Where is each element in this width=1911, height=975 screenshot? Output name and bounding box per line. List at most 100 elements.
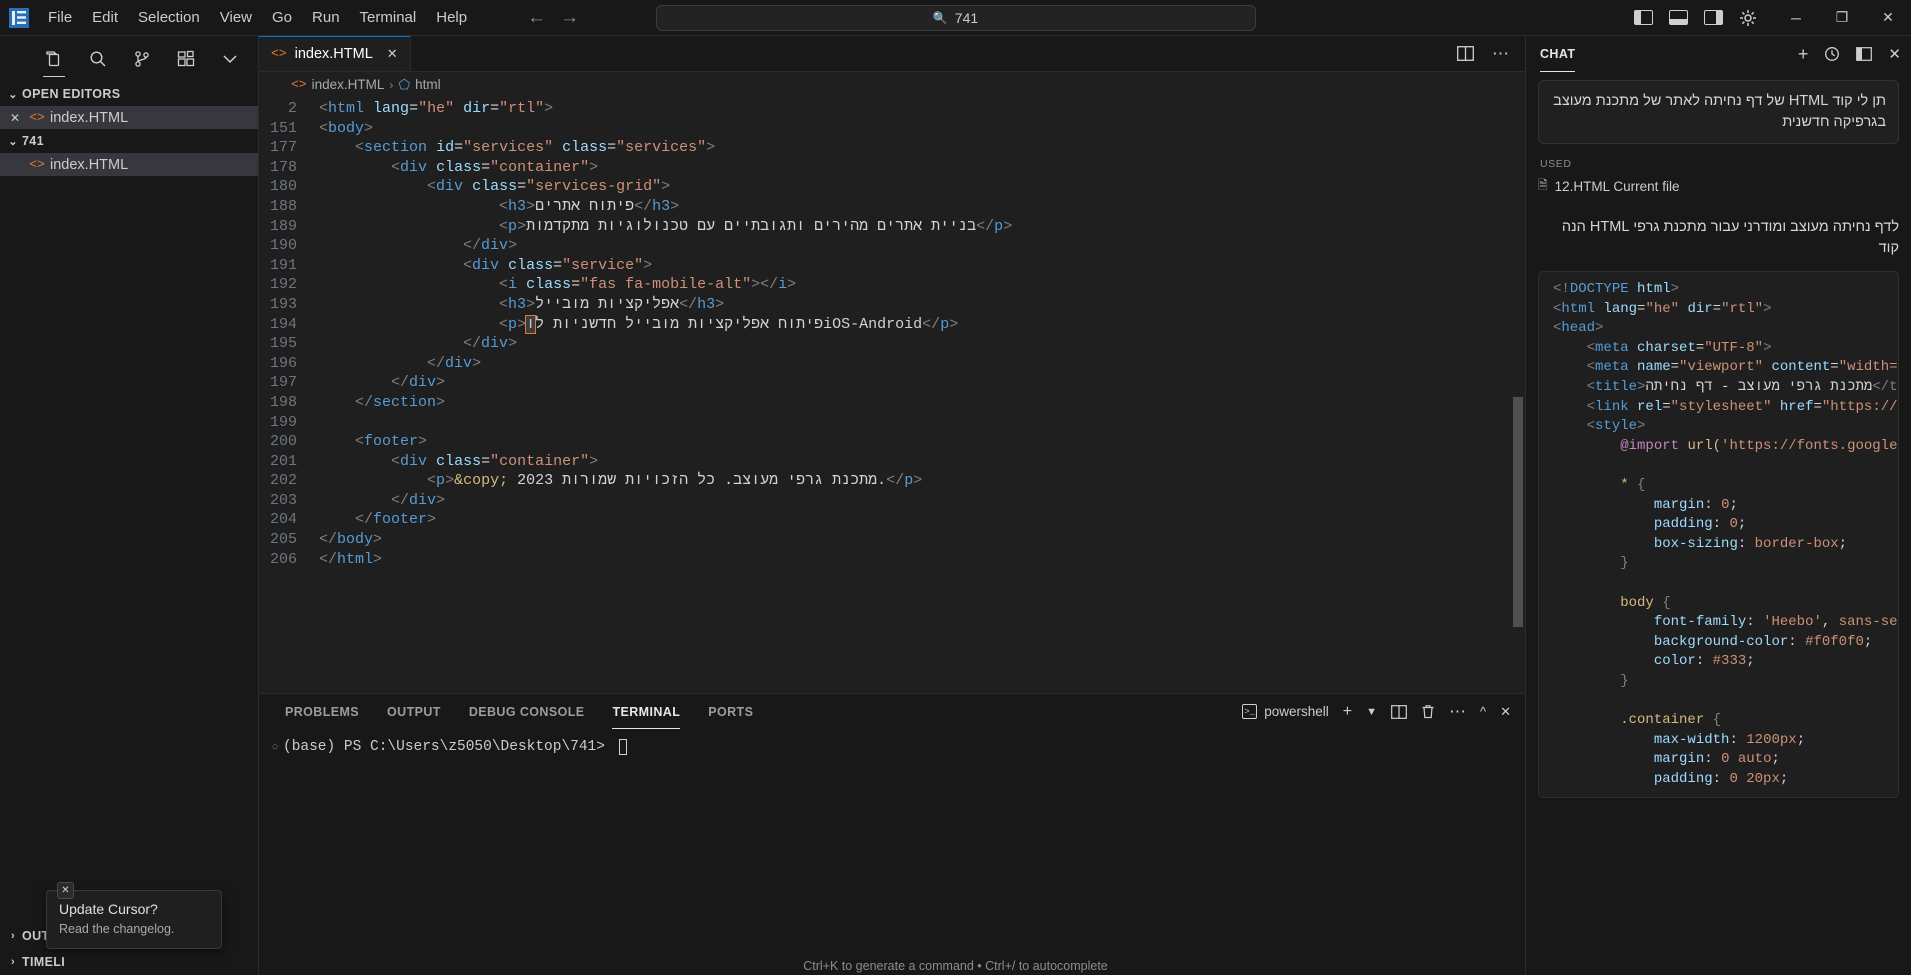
- code-line[interactable]: 203 </div>: [259, 491, 1525, 511]
- chat-code-line: padding: 0;: [1653, 516, 1747, 533]
- code-editor[interactable]: 2 <html lang="he" dir="rtl"> 151 <body> 177 …: [259, 97, 1525, 693]
- more-actions-icon[interactable]: ⋯: [1492, 45, 1509, 62]
- code-line[interactable]: 195 </div>: [259, 334, 1525, 354]
- update-notification[interactable]: ✕ Update Cursor? Read the changelog.: [46, 882, 222, 949]
- code-lines[interactable]: 2 <html lang="he" dir="rtl"> 151 <body> 177 …: [259, 97, 1525, 693]
- tab-output[interactable]: OUTPUT: [373, 694, 455, 729]
- code-line[interactable]: 194 <p> פיתוח אפליקציות מובייל חדשניות לו…: [259, 314, 1525, 335]
- code-line[interactable]: 180 <div class="services-grid">: [259, 177, 1525, 197]
- code-line[interactable]: 151 <body>: [259, 119, 1525, 139]
- kill-terminal-icon[interactable]: [1421, 704, 1435, 719]
- code-line[interactable]: 199: [259, 413, 1525, 433]
- code-line[interactable]: 188 <h3>פיתוח אתרים</h3>: [259, 197, 1525, 217]
- chat-assistant-intro: לדף נחיתה מעוצב ומודרני עבור מתכנת גרפי …: [1561, 219, 1899, 256]
- file-tree-item[interactable]: <> index.HTML: [0, 153, 258, 176]
- menu-file[interactable]: File: [38, 4, 82, 32]
- menu-selection[interactable]: Selection: [128, 4, 210, 32]
- menu-edit[interactable]: Edit: [82, 4, 128, 32]
- menu-go[interactable]: Go: [262, 4, 302, 32]
- close-panel-icon[interactable]: ✕: [1500, 704, 1511, 720]
- code-line[interactable]: 204 </footer>: [259, 510, 1525, 530]
- maximize-button[interactable]: ❐: [1819, 0, 1865, 36]
- close-icon[interactable]: ✕: [387, 46, 398, 62]
- chat-code-line: [1553, 574, 1898, 594]
- terminal-output[interactable]: ○ (base) PS C:\Users\z5050\Desktop\741>: [259, 729, 1525, 975]
- settings-gear-icon[interactable]: [1739, 9, 1757, 27]
- menu-terminal[interactable]: Terminal: [350, 4, 427, 32]
- editor-scrollbar[interactable]: [1513, 397, 1523, 627]
- menu-run[interactable]: Run: [302, 4, 350, 32]
- chat-code-line: [1553, 691, 1898, 711]
- terminal-dropdown-icon[interactable]: ▼: [1366, 706, 1377, 718]
- extensions-icon[interactable]: [164, 39, 208, 79]
- code-text: </div>: [427, 354, 482, 372]
- code-line[interactable]: 200 <footer>: [259, 432, 1525, 452]
- code-line[interactable]: 193 <h3>אפליקציות מובייל</h3>: [259, 295, 1525, 315]
- split-editor-icon[interactable]: [1457, 46, 1474, 61]
- code-line[interactable]: 178 <div class="container">: [259, 158, 1525, 178]
- code-line[interactable]: 177 <section id="services" class="servic…: [259, 138, 1525, 158]
- split-terminal-icon[interactable]: [1391, 704, 1407, 719]
- minimize-button[interactable]: ─: [1773, 0, 1819, 36]
- toggle-primary-sidebar-icon[interactable]: [1634, 10, 1653, 25]
- tab-debug-console[interactable]: DEBUG CONSOLE: [455, 694, 599, 729]
- source-control-icon[interactable]: [120, 39, 164, 79]
- more-actions-icon[interactable]: ⋯: [1449, 703, 1466, 720]
- maximize-panel-icon[interactable]: ^: [1480, 704, 1486, 719]
- command-center[interactable]: 🔍 741: [655, 4, 1256, 31]
- tab-index-html[interactable]: <> index.HTML ✕: [259, 36, 411, 71]
- open-chat-editor-icon[interactable]: [1856, 47, 1873, 61]
- tab-ports[interactable]: PORTS: [694, 694, 767, 729]
- menu-bar: File Edit Selection View Go Run Terminal…: [38, 4, 477, 32]
- chat-code-line: <link rel="stylesheet" href="https://cdn…: [1586, 398, 1898, 415]
- code-line[interactable]: 192 <i class="fas fa-mobile-alt"></i>: [259, 275, 1525, 295]
- search-icon[interactable]: [76, 39, 120, 79]
- open-editors-header[interactable]: ⌄ OPEN EDITORS: [0, 82, 258, 106]
- breadcrumb-symbol[interactable]: html: [415, 77, 441, 92]
- code-text: </div>: [463, 335, 518, 353]
- code-line[interactable]: 198 </section>: [259, 393, 1525, 413]
- code-line[interactable]: 201 <div class="container">: [259, 452, 1525, 472]
- editor-tabs: <> index.HTML ✕ ⋯: [259, 36, 1525, 72]
- code-line[interactable]: 191 <div class="service">: [259, 256, 1525, 276]
- explorer-icon[interactable]: [32, 39, 76, 79]
- code-line[interactable]: 205 </body>: [259, 530, 1525, 550]
- open-editors-label: OPEN EDITORS: [22, 87, 121, 101]
- code-line[interactable]: 189 <p>בניית אתרים מהירים ותגובתיים עם ט…: [259, 217, 1525, 237]
- toggle-panel-icon[interactable]: [1669, 10, 1688, 25]
- arrow-right-icon[interactable]: →: [560, 8, 579, 27]
- new-chat-icon[interactable]: +: [1798, 44, 1809, 65]
- line-number: 190: [269, 237, 297, 255]
- folder-header[interactable]: ⌄ 741: [0, 129, 258, 153]
- menu-view[interactable]: View: [210, 4, 262, 32]
- code-line[interactable]: 202 <p>&copy; 2023 מתכנת גרפי מעוצב. כל …: [259, 471, 1525, 491]
- toggle-secondary-sidebar-icon[interactable]: [1704, 10, 1723, 25]
- close-button[interactable]: ✕: [1865, 0, 1911, 36]
- breadcrumb-file[interactable]: index.HTML: [312, 77, 385, 92]
- code-line[interactable]: 190 </div>: [259, 236, 1525, 256]
- terminal-prompt: (base) PS C:\Users\z5050\Desktop\741>: [283, 739, 614, 755]
- line-number: 198: [269, 393, 297, 411]
- code-line[interactable]: 2 <html lang="he" dir="rtl">: [259, 99, 1525, 119]
- chat-history-icon[interactable]: [1824, 46, 1840, 62]
- arrow-left-icon[interactable]: ←: [527, 8, 546, 27]
- chat-used-file[interactable]: 🗎 12.HTML Current file: [1538, 176, 1899, 197]
- chevron-down-icon[interactable]: [208, 39, 252, 79]
- terminal-status-dot: ○: [271, 742, 279, 754]
- chat-code-block[interactable]: <!DOCTYPE html> <html lang="he" dir="rtl"…: [1538, 271, 1899, 799]
- code-line[interactable]: 206 </html>: [259, 550, 1525, 570]
- close-chat-icon[interactable]: ✕: [1888, 45, 1901, 63]
- open-editor-item[interactable]: ✕ <> index.HTML: [0, 106, 258, 129]
- code-text: <div class="container">: [391, 452, 599, 470]
- shell-indicator[interactable]: >_ powershell: [1242, 704, 1329, 719]
- chat-header: CHAT + ✕: [1526, 36, 1911, 72]
- folder-label: 741: [22, 134, 44, 148]
- close-icon[interactable]: ✕: [4, 111, 26, 125]
- tab-problems[interactable]: PROBLEMS: [271, 694, 373, 729]
- menu-help[interactable]: Help: [426, 4, 477, 32]
- close-icon[interactable]: ✕: [57, 882, 74, 899]
- code-line[interactable]: 197 </div>: [259, 373, 1525, 393]
- code-line[interactable]: 196 </div>: [259, 354, 1525, 374]
- tab-terminal[interactable]: TERMINAL: [598, 694, 694, 729]
- new-terminal-icon[interactable]: +: [1343, 703, 1352, 721]
